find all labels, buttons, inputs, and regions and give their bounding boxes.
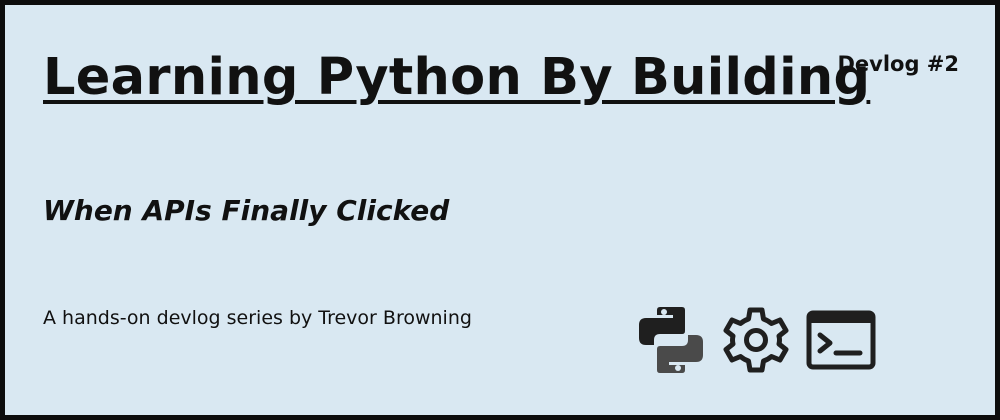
terminal-icon [806,310,876,370]
page-title: Learning Python By Building [43,48,871,107]
devlog-badge: Devlog #2 [837,52,959,76]
post-subtitle: When APIs Finally Clicked [43,194,450,227]
gear-icon [723,307,789,373]
python-logo-icon [639,307,703,373]
icon-row [635,305,877,375]
devlog-card: Learning Python By Building Devlog #2 Wh… [0,0,1000,420]
byline: A hands-on devlog series by Trevor Brown… [43,307,472,329]
